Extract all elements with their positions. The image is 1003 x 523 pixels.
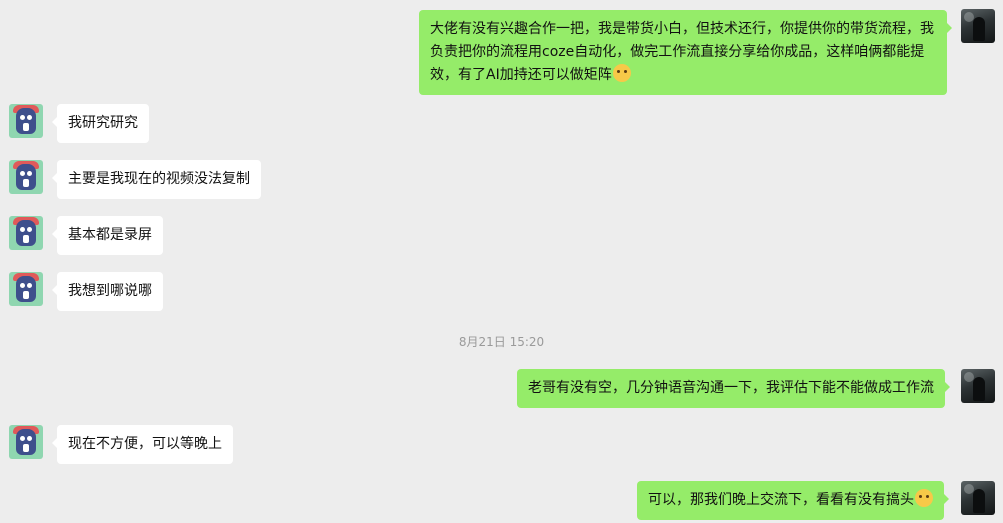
message-bubble-received[interactable]: 主要是我现在的视频没法复制	[52, 160, 261, 199]
my-avatar[interactable]	[961, 481, 995, 515]
message-text: 可以，那我们晚上交流下，看看有没有搞头	[648, 492, 914, 508]
my-avatar[interactable]	[961, 369, 995, 403]
message-bubble-received[interactable]: 基本都是录屏	[52, 216, 163, 255]
message-bubble-received[interactable]: 现在不方便，可以等晚上	[52, 425, 233, 464]
message-text: 大佬有没有兴趣合作一把，我是带货小白，但技术还行，你提供你的带货流程，我负责把你…	[430, 21, 934, 83]
contact-avatar[interactable]	[9, 216, 43, 250]
message-text: 老哥有没有空，几分钟语音沟通一下，我评估下能不能做成工作流	[528, 380, 934, 396]
message-timestamp: 8月21日 15:20	[458, 335, 545, 349]
my-avatar[interactable]	[961, 9, 995, 43]
contact-avatar[interactable]	[9, 272, 43, 306]
message-bubble-sent[interactable]: 大佬有没有兴趣合作一把，我是带货小白，但技术还行，你提供你的带货流程，我负责把你…	[419, 10, 952, 95]
message-text: 现在不方便，可以等晚上	[68, 436, 222, 452]
message-text: 基本都是录屏	[68, 227, 152, 243]
message-bubble-sent[interactable]: 老哥有没有空，几分钟语音沟通一下，我评估下能不能做成工作流	[517, 369, 950, 408]
thinking-emoji-icon	[915, 489, 933, 507]
chat-window: 大佬有没有兴趣合作一把，我是带货小白，但技术还行，你提供你的带货流程，我负责把你…	[0, 0, 1003, 523]
message-bubble-received[interactable]: 我研究研究	[52, 104, 149, 143]
message-text: 主要是我现在的视频没法复制	[68, 171, 250, 187]
message-text: 我研究研究	[68, 115, 138, 131]
message-text: 我想到哪说哪	[68, 283, 152, 299]
message-bubble-received[interactable]: 我想到哪说哪	[52, 272, 163, 311]
contact-avatar[interactable]	[9, 104, 43, 138]
message-bubble-sent[interactable]: 可以，那我们晚上交流下，看看有没有搞头	[637, 481, 949, 520]
contact-avatar[interactable]	[9, 160, 43, 194]
contact-avatar[interactable]	[9, 425, 43, 459]
thinking-emoji-icon	[612, 64, 631, 82]
